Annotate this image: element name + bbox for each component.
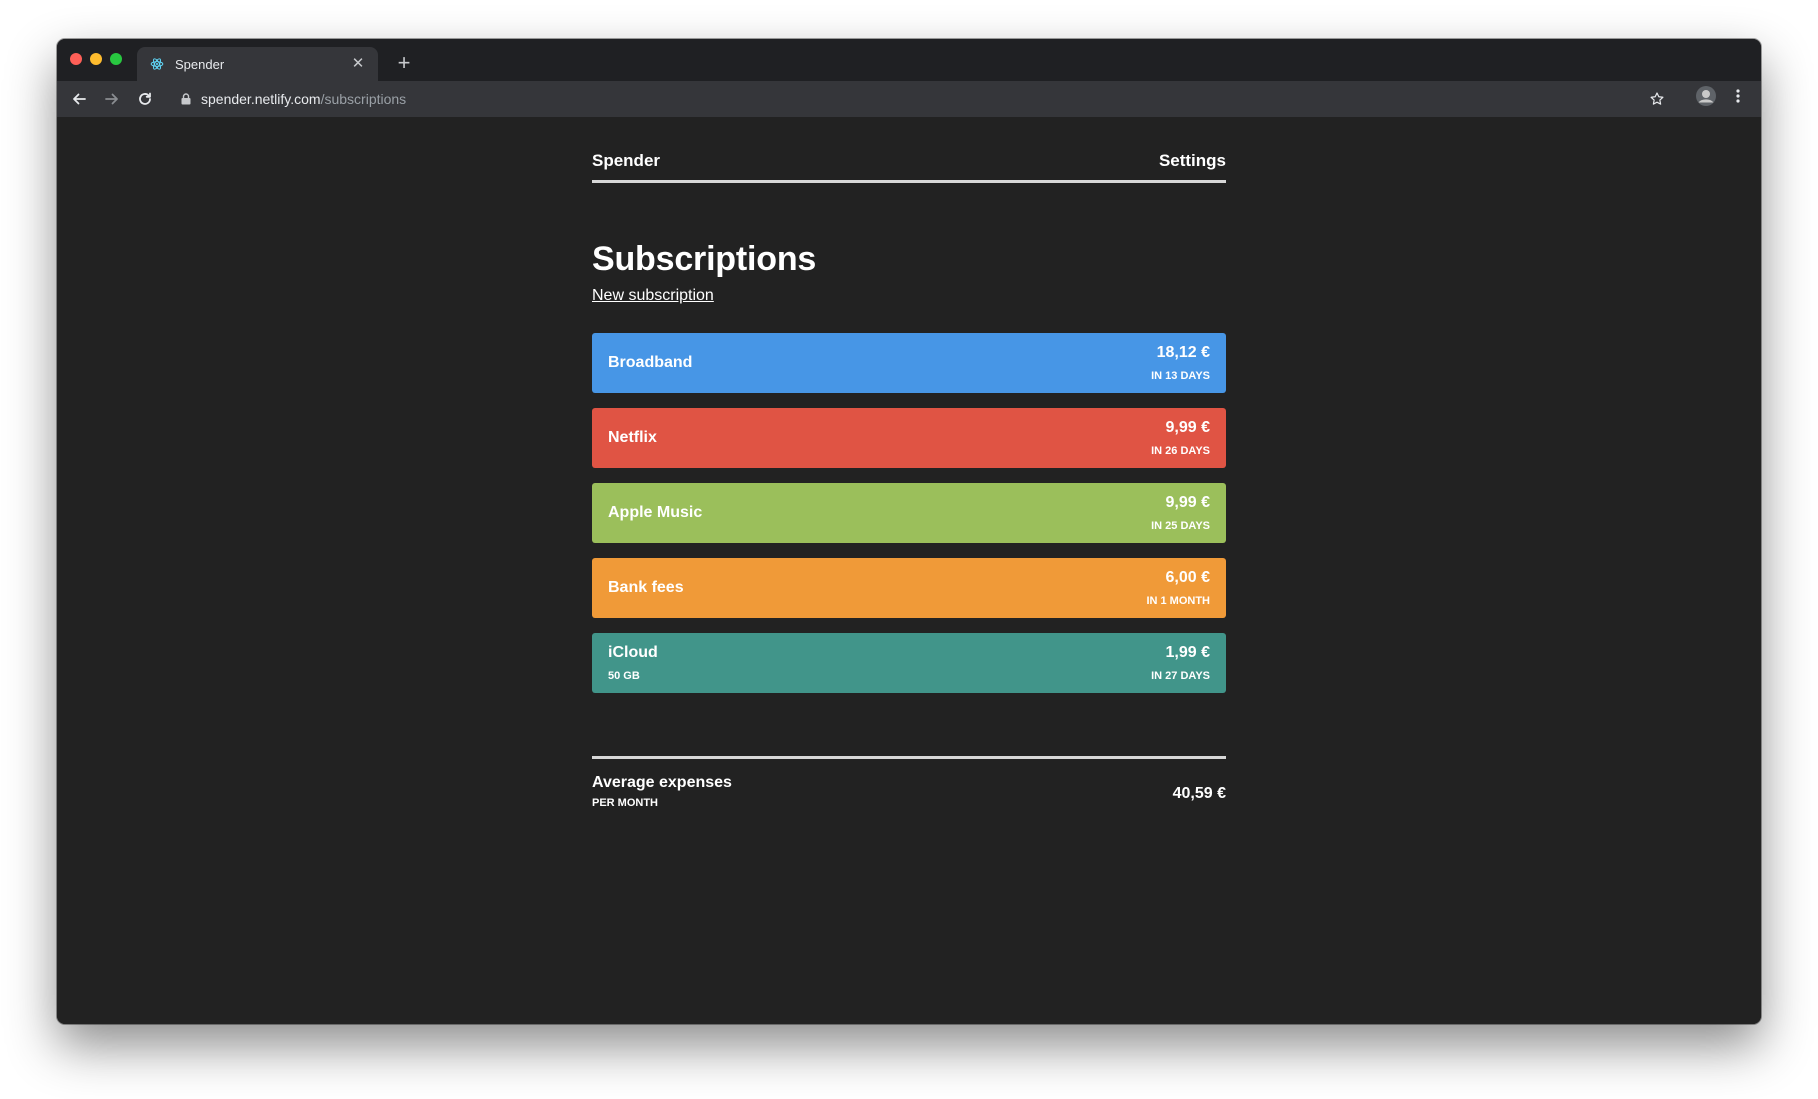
forward-arrow-icon xyxy=(105,93,118,105)
subscription-price: 6,00 € xyxy=(1165,569,1210,586)
tab-strip: Spender ✕ + xyxy=(57,39,1761,81)
close-window-button[interactable] xyxy=(70,53,82,65)
reload-button[interactable] xyxy=(131,85,159,113)
summary-label: Average expenses xyxy=(592,774,732,791)
subscription-name: iCloud xyxy=(608,644,658,661)
address-bar[interactable]: spender.netlify.com /subscriptions xyxy=(169,85,1673,113)
tab-close-icon[interactable]: ✕ xyxy=(350,56,366,72)
subscription-price: 9,99 € xyxy=(1165,419,1210,436)
subscription-name: Bank fees xyxy=(608,579,684,596)
subscription-price: 9,99 € xyxy=(1165,494,1210,511)
forward-button[interactable] xyxy=(98,85,126,113)
react-atom-icon xyxy=(149,56,165,72)
subscription-due: IN 1 MONTH xyxy=(1146,595,1210,607)
settings-link[interactable]: Settings xyxy=(1159,151,1226,171)
subscription-detail: 50 GB xyxy=(608,670,640,682)
bookmark-star-icon[interactable] xyxy=(1647,89,1667,109)
subscription-card-bank-fees[interactable]: Bank fees 6,00 € IN 1 MONTH xyxy=(592,558,1226,618)
subscription-card-apple-music[interactable]: Apple Music 9,99 € IN 25 DAYS xyxy=(592,483,1226,543)
site-nav: Spender Settings xyxy=(592,147,1226,183)
subscription-card-icloud[interactable]: iCloud 50 GB 1,99 € IN 27 DAYS xyxy=(592,633,1226,693)
browser-window: Spender ✕ + spender.netlify.com /subscri… xyxy=(57,39,1761,1024)
subscription-name: Broadband xyxy=(608,354,693,371)
minimize-window-button[interactable] xyxy=(90,53,102,65)
browser-toolbar: spender.netlify.com /subscriptions xyxy=(57,81,1761,117)
back-button[interactable] xyxy=(65,85,93,113)
subscription-due: IN 26 DAYS xyxy=(1151,445,1210,457)
summary-total: 40,59 € xyxy=(1172,785,1226,802)
reload-icon xyxy=(139,92,151,105)
page-content: Spender Settings Subscriptions New subsc… xyxy=(57,117,1761,1024)
subscription-price: 1,99 € xyxy=(1165,644,1210,661)
back-arrow-icon xyxy=(73,93,86,105)
url-path: /subscriptions xyxy=(320,91,407,107)
subscription-name: Netflix xyxy=(608,429,657,446)
subscription-name: Apple Music xyxy=(608,504,703,521)
brand-link[interactable]: Spender xyxy=(592,151,660,171)
subscription-list: Broadband 18,12 € IN 13 DAYS Netflix 9,9… xyxy=(592,333,1226,708)
more-menu-icon[interactable] xyxy=(1731,85,1745,107)
summary-period: PER MONTH xyxy=(592,797,658,809)
profile-avatar-icon[interactable] xyxy=(1695,85,1717,107)
subscription-due: IN 25 DAYS xyxy=(1151,520,1210,532)
lock-icon xyxy=(181,93,191,105)
subscription-due: IN 27 DAYS xyxy=(1151,670,1210,682)
page-title: Subscriptions xyxy=(592,240,817,278)
url-host: spender.netlify.com xyxy=(201,91,321,107)
subscription-card-broadband[interactable]: Broadband 18,12 € IN 13 DAYS xyxy=(592,333,1226,393)
new-tab-button[interactable]: + xyxy=(391,50,417,76)
subscription-card-netflix[interactable]: Netflix 9,99 € IN 26 DAYS xyxy=(592,408,1226,468)
maximize-window-button[interactable] xyxy=(110,53,122,65)
subscription-due: IN 13 DAYS xyxy=(1151,370,1210,382)
expenses-summary: Average expenses PER MONTH 40,59 € xyxy=(592,756,1226,814)
new-subscription-link[interactable]: New subscription xyxy=(592,287,714,305)
subscription-price: 18,12 € xyxy=(1156,344,1210,361)
browser-tab[interactable]: Spender ✕ xyxy=(137,47,378,81)
tab-title: Spender xyxy=(175,56,225,72)
